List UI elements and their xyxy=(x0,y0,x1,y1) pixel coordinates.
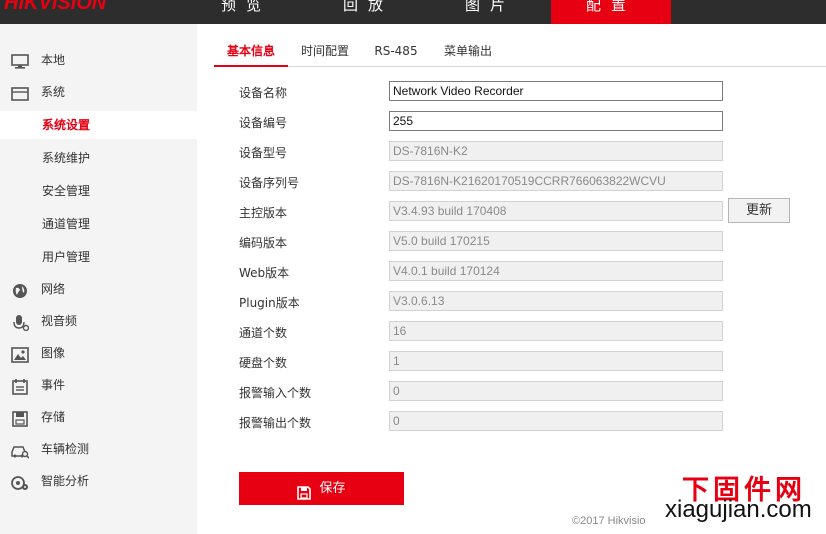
sidebar-item-channel-management[interactable]: 通道管理 xyxy=(0,210,197,238)
update-button[interactable]: 更新 xyxy=(728,198,790,223)
web-version-label: Web版本 xyxy=(239,266,290,280)
save-button[interactable]: 保存 xyxy=(239,472,404,505)
alarm-input-count-value: 0 xyxy=(389,381,723,401)
sidebar-item-label: 视音频 xyxy=(41,314,78,328)
sidebar-item-label: 存储 xyxy=(41,410,66,424)
sidebar-item-image[interactable]: 图像 xyxy=(0,339,197,367)
top-navigation-bar: HIKVISION 预览 回放 图片 配置 xyxy=(0,0,826,24)
brand-logo: HIKVISION xyxy=(4,0,107,14)
system-icon xyxy=(11,84,29,101)
sidebar: 本地 系统 系统设置 系统维护 安全管理 通道管理 用户管理 网络 视音频 图像 xyxy=(0,24,197,534)
sidebar-item-label: 系统 xyxy=(41,85,66,99)
channel-count-label: 通道个数 xyxy=(239,326,288,340)
tab-time-settings[interactable]: 时间配置 xyxy=(294,38,356,67)
alarm-output-count-value: 0 xyxy=(389,411,723,431)
plugin-version-label: Plugin版本 xyxy=(239,296,300,310)
tab-rs485[interactable]: RS-485 xyxy=(366,38,426,67)
sidebar-item-user-management[interactable]: 用户管理 xyxy=(0,243,197,271)
save-button-label: 保存 xyxy=(319,481,346,496)
sidebar-item-label: 安全管理 xyxy=(42,184,91,198)
storage-icon xyxy=(11,409,29,427)
device-name-input[interactable] xyxy=(389,81,723,101)
device-number-label: 设备编号 xyxy=(239,116,288,130)
sidebar-item-system-settings[interactable]: 系统设置 xyxy=(0,111,197,139)
sidebar-item-label: 网络 xyxy=(41,282,66,296)
tab-basic-info[interactable]: 基本信息 xyxy=(214,38,288,67)
monitor-icon xyxy=(11,52,29,69)
sidebar-item-label: 通道管理 xyxy=(42,217,91,231)
firmware-version-value: V3.4.93 build 170408 xyxy=(389,201,723,221)
disk-count-label: 硬盘个数 xyxy=(239,356,288,370)
nav-playback[interactable]: 回放 xyxy=(308,0,428,24)
sidebar-item-label: 用户管理 xyxy=(42,250,91,264)
device-number-input[interactable] xyxy=(389,111,723,131)
nav-configuration[interactable]: 配置 xyxy=(551,0,671,24)
encoding-version-value: V5.0 build 170215 xyxy=(389,231,723,251)
save-icon xyxy=(297,480,312,500)
serial-number-value: DS-7816N-K21620170519CCRR766063822WCVU xyxy=(389,171,723,191)
plugin-version-value: V3.0.6.13 xyxy=(389,291,723,311)
device-model-label: 设备型号 xyxy=(239,146,288,160)
watermark: 下固件网 xiagujian.com xyxy=(650,462,826,534)
sidebar-item-smart-analysis[interactable]: 智能分析 xyxy=(0,467,197,495)
microphone-icon xyxy=(11,313,30,332)
sidebar-item-label: 智能分析 xyxy=(41,474,90,488)
sidebar-item-label: 系统维护 xyxy=(42,151,91,165)
globe-icon xyxy=(11,281,29,298)
sidebar-item-storage[interactable]: 存储 xyxy=(0,403,197,431)
channel-count-value: 16 xyxy=(389,321,723,341)
encoding-version-label: 编码版本 xyxy=(239,236,288,250)
disk-count-value: 1 xyxy=(389,351,723,371)
nav-preview[interactable]: 预览 xyxy=(186,0,306,24)
nav-picture[interactable]: 图片 xyxy=(430,0,550,24)
sidebar-item-vehicle-detection[interactable]: 车辆检测 xyxy=(0,435,197,463)
sidebar-item-video-audio[interactable]: 视音频 xyxy=(0,307,197,335)
image-icon xyxy=(11,345,29,363)
device-model-value: DS-7816N-K2 xyxy=(389,141,723,161)
copyright-text: ©2017 Hikvisio xyxy=(572,515,646,527)
sidebar-item-system[interactable]: 系统 xyxy=(0,78,197,106)
sidebar-item-network[interactable]: 网络 xyxy=(0,275,197,303)
serial-number-label: 设备序列号 xyxy=(239,176,300,190)
device-name-label: 设备名称 xyxy=(239,86,288,100)
sidebar-item-event[interactable]: 事件 xyxy=(0,371,197,399)
sidebar-item-label: 图像 xyxy=(41,346,66,360)
tab-menu-output[interactable]: 菜单输出 xyxy=(436,38,500,67)
sidebar-item-label: 车辆检测 xyxy=(41,442,90,456)
sidebar-item-label: 事件 xyxy=(41,378,66,392)
smart-analysis-icon xyxy=(11,473,29,490)
sidebar-item-local[interactable]: 本地 xyxy=(0,46,197,74)
watermark-url-text: xiagujian.com xyxy=(665,496,812,523)
sidebar-item-label: 系统设置 xyxy=(42,118,91,132)
firmware-version-label: 主控版本 xyxy=(239,206,288,220)
calendar-icon xyxy=(11,377,29,395)
sidebar-item-security[interactable]: 安全管理 xyxy=(0,177,197,205)
config-tabs: 基本信息 时间配置 RS-485 菜单输出 xyxy=(214,38,826,67)
sidebar-item-label: 本地 xyxy=(41,53,66,67)
vehicle-search-icon xyxy=(11,441,30,459)
web-version-value: V4.0.1 build 170124 xyxy=(389,261,723,281)
alarm-output-count-label: 报警输出个数 xyxy=(239,416,312,430)
alarm-input-count-label: 报警输入个数 xyxy=(239,386,312,400)
sidebar-item-system-maintenance[interactable]: 系统维护 xyxy=(0,144,197,172)
